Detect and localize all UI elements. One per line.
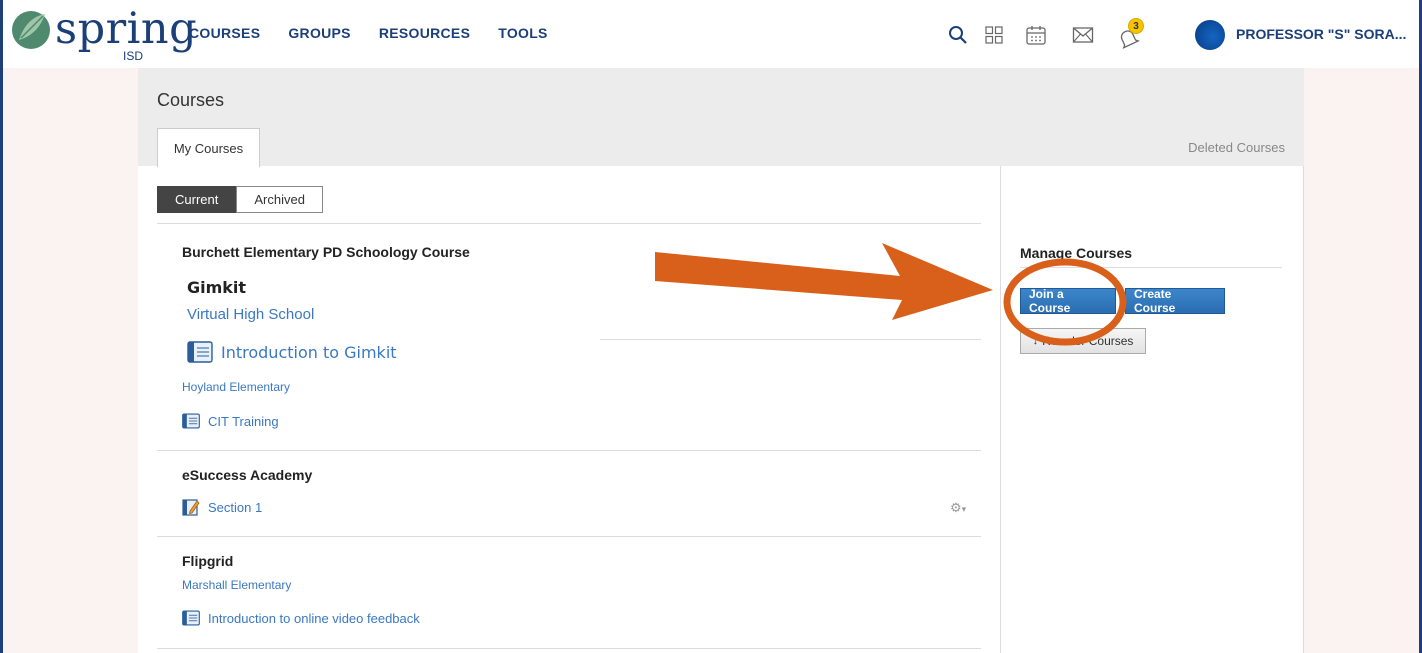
divider <box>157 223 981 224</box>
logo-wordmark: spring <box>55 4 198 54</box>
course-item[interactable]: CIT Training <box>182 412 279 430</box>
course-group-title: Flipgrid <box>182 553 234 569</box>
page-header: Courses My Courses Deleted Courses <box>138 68 1304 167</box>
notifications-button[interactable]: 3 <box>1113 18 1144 52</box>
school-link[interactable]: Virtual High School <box>187 306 314 323</box>
divider <box>157 648 981 649</box>
manage-courses-heading: Manage Courses <box>1020 245 1133 261</box>
course-link: Section 1 <box>208 499 263 515</box>
calendar-button[interactable] <box>1021 18 1051 52</box>
caret-down-icon: ▾ <box>961 504 967 514</box>
column-divider <box>1000 166 1001 653</box>
calendar-icon <box>1026 26 1046 45</box>
course-sub-title: Gimkit <box>187 278 247 297</box>
deleted-courses-link[interactable]: Deleted Courses <box>1188 140 1285 155</box>
course-status-toggle: Current Archived <box>157 186 323 213</box>
course-link: Introduction to online video feedback <box>208 610 420 626</box>
logo-isd-label: ISD <box>123 49 144 63</box>
course-book-icon <box>182 413 200 429</box>
user-avatar[interactable] <box>1195 20 1225 50</box>
divider <box>157 536 981 537</box>
divider <box>1020 267 1282 268</box>
toggle-archived[interactable]: Archived <box>236 186 323 213</box>
grid-apps-icon <box>985 26 1003 44</box>
nav-resources[interactable]: RESOURCES <box>379 25 470 41</box>
divider <box>157 450 981 451</box>
main-nav-links: COURSES GROUPS RESOURCES TOOLS <box>189 25 548 41</box>
course-item[interactable]: Introduction to online video feedback <box>182 609 420 627</box>
course-settings-button[interactable]: ⚙▾ <box>950 500 966 516</box>
divider <box>600 339 981 340</box>
reorder-courses-button[interactable]: ↓ Reorder Courses <box>1020 328 1146 354</box>
leaf-logo-icon <box>12 11 50 49</box>
nav-groups[interactable]: GROUPS <box>288 25 350 41</box>
create-course-button[interactable]: Create Course <box>1125 287 1225 315</box>
course-group-title: eSuccess Academy <box>182 467 313 483</box>
apps-button[interactable] <box>979 18 1009 52</box>
course-link: CIT Training <box>208 413 279 429</box>
gear-icon: ⚙ <box>950 500 962 515</box>
course-edit-icon <box>182 499 200 516</box>
course-item[interactable]: Introduction to Gimkit <box>187 340 397 364</box>
courses-main-panel: Courses My Courses Deleted Courses Curre… <box>138 68 1304 653</box>
school-link[interactable]: Hoyland Elementary <box>182 380 290 394</box>
join-course-button[interactable]: Join a Course <box>1020 287 1116 315</box>
course-book-icon <box>182 610 200 626</box>
messages-button[interactable] <box>1068 18 1098 52</box>
notification-count-badge: 3 <box>1128 18 1144 34</box>
envelope-icon <box>1072 27 1094 43</box>
course-group-title: Burchett Elementary PD Schoology Course <box>182 244 470 260</box>
nav-courses[interactable]: COURSES <box>189 25 260 41</box>
user-name-menu[interactable]: PROFESSOR "S" SORA... <box>1236 26 1406 42</box>
tab-my-courses[interactable]: My Courses <box>157 128 260 167</box>
course-link: Introduction to Gimkit <box>221 342 397 362</box>
search-icon <box>949 26 967 44</box>
spring-isd-logo[interactable]: spring ISD <box>11 4 197 64</box>
page-title: Courses <box>157 90 225 110</box>
search-button[interactable] <box>943 18 973 52</box>
toggle-current[interactable]: Current <box>157 186 237 213</box>
reorder-courses-label: Reorder Courses <box>1042 334 1134 348</box>
nav-tools[interactable]: TOOLS <box>498 25 547 41</box>
window-frame-left <box>0 0 3 653</box>
top-navigation-bar: spring ISD COURSES GROUPS RESOURCES TOOL… <box>3 0 1419 68</box>
course-book-icon <box>187 341 213 363</box>
arrow-down-icon: ↓ <box>1032 335 1039 347</box>
school-link[interactable]: Marshall Elementary <box>182 578 291 592</box>
course-item[interactable]: Section 1 <box>182 498 262 516</box>
